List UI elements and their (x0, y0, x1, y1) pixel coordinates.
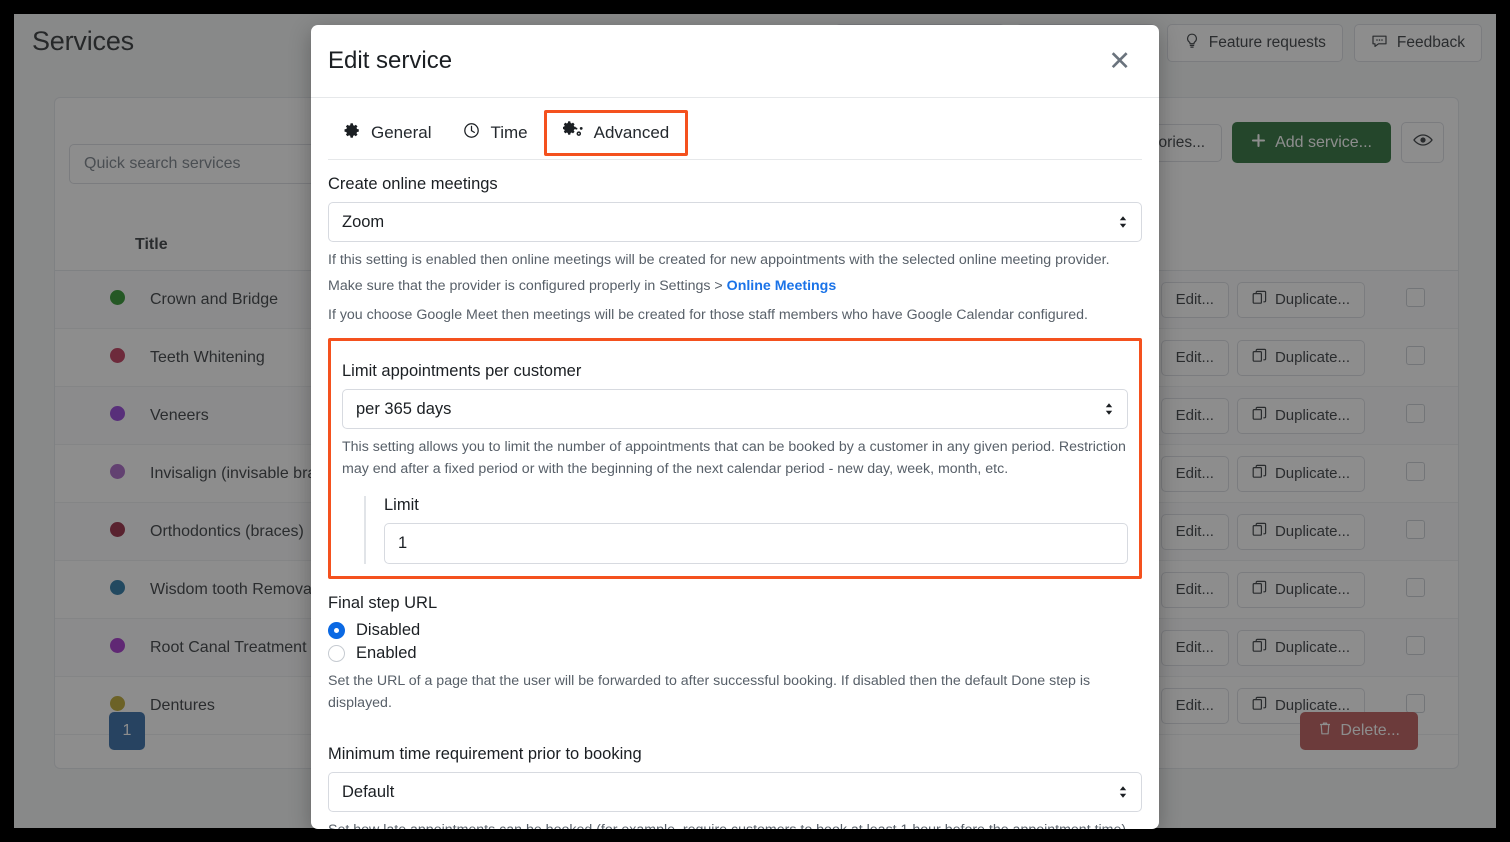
limit-appointments-section: Limit appointments per customer per 365 … (328, 338, 1142, 579)
online-meetings-label: Create online meetings (328, 175, 498, 193)
final-step-url-option-enabled[interactable]: Enabled (328, 644, 1142, 663)
online-meetings-value: Zoom (342, 212, 385, 231)
limit-period-select[interactable]: per 365 days (342, 389, 1128, 429)
modal-title: Edit service (328, 47, 453, 74)
limit-subsection: Limit 1 (364, 496, 1128, 564)
edit-service-modal: Edit service ✕ General Time Advanced Cre… (311, 25, 1159, 829)
radio-enabled-icon[interactable] (328, 645, 345, 662)
radio-disabled-label: Disabled (356, 621, 421, 639)
online-meetings-select[interactable]: Zoom (328, 202, 1142, 242)
minimum-time-help: Set how late appointments can be booked … (328, 819, 1142, 829)
limit-appointments-label: Limit appointments per customer (342, 362, 582, 380)
limit-input-value: 1 (398, 534, 408, 552)
modal-body: General Time Advanced Create online meet… (311, 98, 1159, 829)
chevron-updown-icon (1104, 401, 1114, 417)
limit-appointments-help: This setting allows you to limit the num… (342, 439, 1126, 477)
online-meetings-help-3: If you choose Google Meet then meetings … (328, 307, 1088, 323)
online-meetings-help-2: Make sure that the provider is configure… (328, 275, 1142, 297)
limit-input[interactable]: 1 (384, 523, 1128, 564)
modal-header: Edit service ✕ (311, 25, 1159, 98)
online-meetings-help-1: If this setting is enabled then online m… (328, 252, 1110, 268)
radio-disabled-icon[interactable] (328, 622, 345, 639)
chevron-updown-icon (1118, 784, 1128, 800)
chevron-updown-icon (1118, 214, 1128, 230)
final-step-url-option-disabled[interactable]: Disabled (328, 621, 1142, 640)
online-meetings-link[interactable]: Online Meetings (727, 278, 837, 294)
radio-enabled-label: Enabled (356, 644, 417, 662)
minimum-time-label: Minimum time requirement prior to bookin… (328, 745, 642, 763)
tab-time[interactable]: Time (447, 109, 544, 156)
minimum-time-value: Default (342, 782, 395, 801)
clock-icon (463, 122, 480, 144)
modal-tabs: General Time Advanced (328, 98, 1142, 160)
tab-advanced-label: Advanced (593, 122, 670, 142)
gears-icon (562, 121, 584, 144)
online-meetings-help-2-prefix: Make sure that the provider is configure… (328, 278, 727, 294)
limit-period-value: per 365 days (356, 399, 452, 418)
final-step-url-label: Final step URL (328, 594, 438, 612)
limit-field-label: Limit (384, 496, 419, 514)
tab-time-label: Time (490, 122, 528, 142)
gear-icon (344, 122, 361, 144)
tab-general-label: General (371, 122, 432, 142)
tab-general[interactable]: General (328, 109, 448, 156)
minimum-time-select[interactable]: Default (328, 772, 1142, 812)
tab-advanced[interactable]: Advanced (543, 109, 689, 156)
close-icon[interactable]: ✕ (1102, 44, 1137, 79)
final-step-url-help: Set the URL of a page that the user will… (328, 673, 1091, 711)
